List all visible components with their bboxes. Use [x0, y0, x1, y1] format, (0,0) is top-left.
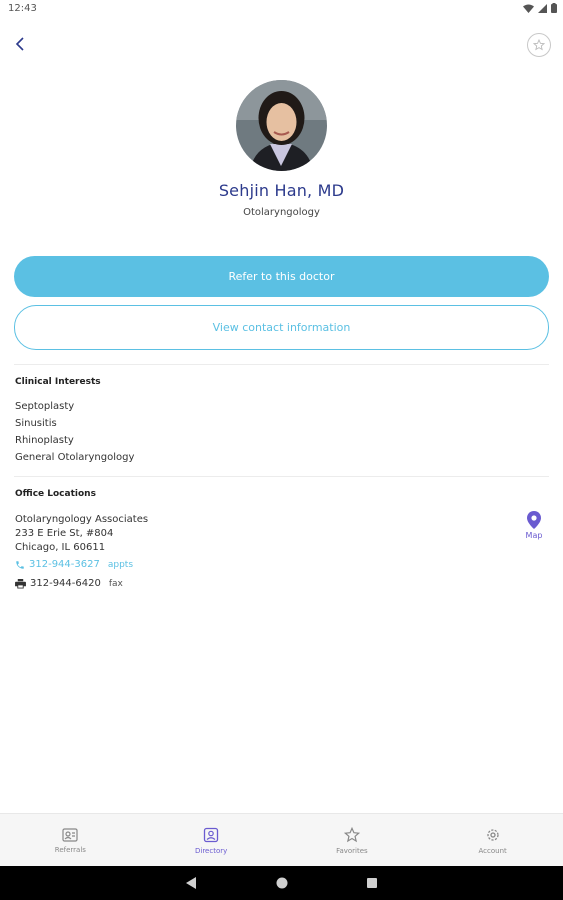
- nav-label: Directory: [194, 846, 228, 855]
- nav-account[interactable]: Account: [422, 814, 563, 867]
- signal-icon: [538, 3, 547, 13]
- referrals-icon: [62, 827, 78, 842]
- directory-icon: [203, 827, 219, 842]
- chevron-left-icon: [15, 37, 24, 51]
- clinical-interests-title: Clinical Interests: [15, 377, 101, 387]
- phone-icon: [16, 560, 24, 569]
- system-back-button[interactable]: [183, 875, 199, 891]
- status-time: 12:43: [8, 3, 37, 14]
- doctor-avatar: [236, 80, 327, 171]
- nav-label: Favorites: [336, 846, 368, 855]
- battery-icon: [551, 3, 557, 13]
- system-recents-button[interactable]: [364, 875, 380, 891]
- address-line-1: 233 E Erie St, #804: [15, 528, 114, 539]
- interest-item: General Otolaryngology: [15, 452, 135, 463]
- refer-button[interactable]: Refer to this doctor: [14, 256, 549, 297]
- back-button[interactable]: [8, 32, 32, 56]
- doctor-name: Sehjin Han, MD: [218, 181, 345, 200]
- printer-icon: [15, 578, 26, 589]
- nav-directory[interactable]: Directory: [141, 814, 282, 867]
- view-contact-button[interactable]: View contact information: [14, 305, 549, 350]
- nav-label: Referrals: [54, 845, 86, 854]
- nav-favorites[interactable]: Favorites: [282, 814, 423, 867]
- interest-item: Septoplasty: [15, 401, 75, 412]
- home-circle-icon: [276, 877, 288, 889]
- fax-note: fax: [108, 578, 123, 589]
- map-label: Map: [525, 531, 543, 540]
- phone-note: appts: [107, 559, 134, 570]
- status-icons: [523, 3, 557, 13]
- map-pin-icon: [527, 511, 541, 529]
- fax-number: 312-944-6420: [30, 578, 101, 589]
- favorite-button[interactable]: [527, 33, 551, 57]
- divider: [14, 364, 549, 365]
- bottom-navigation: Referrals Directory Favorites Account: [0, 813, 563, 867]
- wifi-icon: [523, 4, 534, 13]
- recents-square-icon: [367, 878, 377, 888]
- interest-item: Rhinoplasty: [15, 435, 74, 446]
- nav-label: Account: [478, 846, 507, 855]
- gear-icon: [486, 828, 499, 841]
- phone-row[interactable]: 312-944-3627 appts: [15, 559, 133, 570]
- map-button[interactable]: Map: [520, 511, 548, 540]
- doctor-specialty: Otolaryngology: [243, 207, 320, 218]
- divider: [14, 476, 549, 477]
- back-triangle-icon: [186, 877, 196, 889]
- status-bar: 12:43: [0, 0, 563, 20]
- practice-name: Otolaryngology Associates: [15, 514, 149, 525]
- address-line-2: Chicago, IL 60611: [15, 542, 106, 553]
- fax-row: 312-944-6420 fax: [15, 578, 123, 589]
- office-locations-title: Office Locations: [15, 489, 96, 499]
- app-bar: [0, 20, 563, 68]
- star-icon: [533, 39, 545, 51]
- system-home-button[interactable]: [274, 875, 290, 891]
- phone-number-link[interactable]: 312-944-3627: [29, 559, 100, 570]
- interest-item: Sinusitis: [15, 418, 57, 429]
- system-navigation-bar: [0, 866, 563, 900]
- star-icon: [343, 826, 360, 842]
- nav-referrals[interactable]: Referrals: [0, 814, 141, 867]
